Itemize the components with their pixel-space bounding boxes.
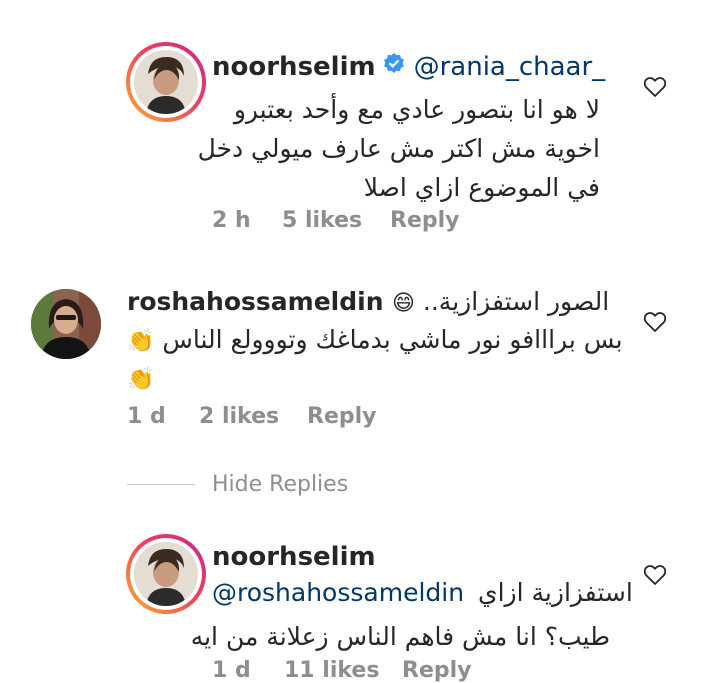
reply-time: 1 d [212, 658, 251, 683]
reply-line-2: طيب؟ انا مش فاهم الناس زعلانة من ايه [190, 622, 610, 651]
comment-2-username[interactable]: roshahossameldin [127, 287, 384, 316]
clapping-hands-emoji: 👏 [127, 329, 155, 354]
comment-2-meta: 1 d 2 likes Reply [127, 404, 377, 429]
comment-2-line-2: 👏 بس برااافو نور ماشي بدماغك وتووولع الن… [127, 325, 623, 354]
comment-2-time: 1 d [127, 404, 166, 429]
grinning-emoji: 😄 [392, 291, 415, 316]
comment-1-likes[interactable]: 5 likes [282, 208, 390, 233]
hide-replies-divider [127, 484, 195, 485]
comment-1-line: اخوية مش اكتر مش عارف ميولي دخل [197, 134, 600, 163]
reply-line-1: @roshahossameldin استفزازية ازاي [212, 578, 633, 607]
reply-text: استفزازية ازاي [478, 578, 633, 607]
comment-1-line: في الموضوع ازاي اصلا [363, 173, 600, 202]
reply-meta: 1 d 11 likes Reply [212, 658, 472, 683]
heart-outline-icon[interactable] [643, 311, 667, 337]
comment-2-line-3: 👏 [127, 363, 154, 392]
comment-1-mention[interactable]: @rania_chaar_ [414, 52, 606, 82]
comment-2-likes[interactable]: 2 likes [199, 404, 307, 429]
comment-2-line-1: 😄 الصور استفزازية.. [392, 287, 609, 316]
comment-1-body: لا هو انا بتصور عادي مع وأحد بعتبرو اخوي… [197, 90, 600, 207]
reply-username[interactable]: noorhselim [212, 542, 376, 572]
avatar-photo [134, 50, 198, 114]
reply-reply-button[interactable]: Reply [402, 658, 472, 683]
heart-outline-icon[interactable] [643, 564, 667, 590]
reply-mention[interactable]: @roshahossameldin [212, 578, 464, 607]
comment-2-text: الصور استفزازية.. [422, 287, 610, 316]
comment-1-reply-button[interactable]: Reply [390, 208, 460, 233]
avatar-roshahossameldin[interactable] [31, 289, 101, 359]
avatar-noorhselim[interactable] [126, 42, 206, 122]
heart-outline-icon[interactable] [643, 76, 667, 102]
comment-1-line: لا هو انا بتصور عادي مع وأحد بعتبرو [233, 95, 600, 124]
comment-1-header: noorhselim @rania_chaar_ [212, 52, 605, 83]
comment-1-username[interactable]: noorhselim [212, 52, 376, 82]
avatar-photo [134, 542, 198, 606]
verified-badge-icon [382, 52, 406, 83]
comment-1-time: 2 h [212, 208, 251, 233]
clapping-hands-emoji: 👏 [127, 367, 155, 392]
comment-1-meta: 2 h 5 likes Reply [212, 208, 460, 233]
comment-2-reply-button[interactable]: Reply [307, 404, 377, 429]
avatar-noorhselim-reply[interactable] [126, 534, 206, 614]
hide-replies-button[interactable]: Hide Replies [212, 472, 348, 497]
comment-2-text: بس برااافو نور ماشي بدماغك وتووولع الناس [162, 325, 623, 354]
reply-likes[interactable]: 11 likes [284, 658, 402, 683]
